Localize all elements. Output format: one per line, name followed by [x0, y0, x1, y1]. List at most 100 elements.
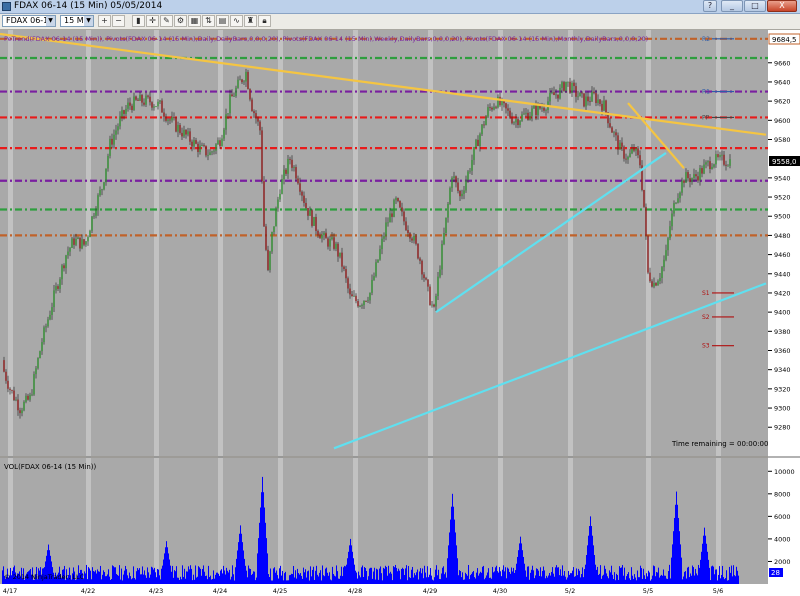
- candle-body: [431, 304, 433, 306]
- volume-bar: [562, 565, 563, 584]
- volume-bar: [733, 565, 734, 584]
- close-button[interactable]: X: [767, 0, 797, 12]
- volume-bar: [666, 578, 667, 584]
- candle-body: [95, 210, 97, 216]
- volume-bar: [187, 571, 188, 584]
- price-tick-label: 9620: [774, 98, 791, 106]
- volume-bar: [124, 570, 125, 584]
- volume-bar: [186, 571, 187, 584]
- maximize-button[interactable]: □: [744, 0, 766, 12]
- candle-body: [445, 217, 447, 234]
- volume-bar: [116, 573, 117, 584]
- volume-bar: [258, 538, 259, 584]
- volume-bar: [221, 569, 222, 584]
- candle-body: [255, 113, 257, 119]
- candle-body: [159, 100, 161, 102]
- candle-body: [257, 118, 259, 122]
- volume-bar: [593, 545, 594, 584]
- candle-body: [691, 178, 693, 183]
- strategies-icon[interactable]: ♜: [244, 15, 257, 27]
- volume-bar: [661, 574, 662, 584]
- price-chart[interactable]: 9660 9640 9620 9600 9580 9540 9520 9500 9480 9460…: [0, 30, 800, 596]
- volume-bar: [237, 550, 238, 584]
- minimize-button[interactable]: _: [721, 0, 743, 12]
- volume-bar: [130, 576, 131, 584]
- candle-body: [245, 71, 247, 82]
- candle-body: [557, 94, 559, 99]
- volume-bar: [353, 558, 354, 584]
- candle-body: [461, 193, 463, 197]
- interval-selector[interactable]: 15 Min ▼: [60, 15, 94, 27]
- indicators-icon[interactable]: ∿: [230, 15, 243, 27]
- candle-body: [235, 87, 237, 97]
- help-button[interactable]: ?: [703, 0, 717, 12]
- volume-bar: [274, 567, 275, 584]
- volume-bar: [154, 567, 155, 584]
- volume-bar: [266, 538, 267, 584]
- zoom-in-icon[interactable]: +: [98, 15, 111, 27]
- candle-body: [177, 124, 179, 132]
- candle-body: [623, 146, 625, 159]
- volume-bar: [106, 576, 107, 584]
- instrument-selector[interactable]: FDAX 06-14 ▼: [2, 15, 56, 27]
- volume-bar: [489, 577, 490, 584]
- volume-bar: [590, 516, 591, 584]
- volume-bar: [459, 570, 460, 584]
- candle-body: [659, 277, 661, 282]
- volume-bar: [151, 566, 152, 584]
- volume-bar: [526, 576, 527, 584]
- data-box-icon[interactable]: ▦: [188, 15, 201, 27]
- volume-bar: [726, 570, 727, 584]
- candle-body: [19, 410, 21, 414]
- volume-bar: [720, 578, 721, 584]
- candle-body: [665, 250, 667, 260]
- volume-bar: [360, 577, 361, 584]
- lock-icon[interactable]: 🔒︎: [258, 15, 271, 27]
- candle-body: [509, 110, 511, 118]
- volume-bar: [260, 507, 261, 584]
- candle-body: [527, 112, 529, 120]
- volume-bar: [325, 568, 326, 584]
- properties-icon[interactable]: ⚙: [174, 15, 187, 27]
- volume-bar: [477, 568, 478, 584]
- volume-bar: [321, 580, 322, 584]
- volume-bar: [293, 565, 294, 584]
- candle-body: [411, 238, 413, 241]
- volume-bar: [531, 569, 532, 584]
- volume-bar: [492, 566, 493, 584]
- crosshair-icon[interactable]: ✛: [146, 15, 159, 27]
- volume-bar: [461, 577, 462, 584]
- candle-body: [83, 239, 85, 245]
- candle-body: [11, 390, 13, 391]
- volume-bar: [642, 578, 643, 584]
- time-tick-label: 4/28: [348, 587, 363, 595]
- volume-bar: [505, 567, 506, 584]
- candle-body: [477, 139, 479, 147]
- volume-bar: [463, 579, 464, 584]
- volume-bar: [335, 576, 336, 584]
- volume-bar: [731, 565, 732, 584]
- window-titlebar: FDAX 06-14 (15 Min) 05/05/2014 ? _ □ X: [0, 0, 800, 14]
- draw-icon[interactable]: ✎: [160, 15, 173, 27]
- candle-body: [549, 92, 551, 102]
- volume-bar: [475, 578, 476, 584]
- candle-body: [627, 156, 629, 160]
- candle-body: [229, 94, 231, 114]
- volume-bar: [157, 568, 158, 584]
- template-icon[interactable]: ▤: [216, 15, 229, 27]
- chart-trader-icon[interactable]: ⇅: [202, 15, 215, 27]
- candle-body: [147, 95, 149, 97]
- volume-bar: [669, 564, 670, 584]
- volume-bar: [281, 575, 282, 584]
- candle-body: [453, 176, 455, 178]
- candle-body: [163, 112, 165, 117]
- volume-bar: [563, 575, 564, 584]
- volume-bar: [310, 566, 311, 584]
- volume-bar: [426, 577, 427, 584]
- volume-bar: [464, 579, 465, 584]
- candle-body: [495, 106, 497, 108]
- bar-type-icon[interactable]: ▮: [132, 15, 145, 27]
- candle-body: [467, 171, 469, 181]
- volume-bar: [300, 573, 301, 584]
- zoom-out-icon[interactable]: −: [112, 15, 125, 27]
